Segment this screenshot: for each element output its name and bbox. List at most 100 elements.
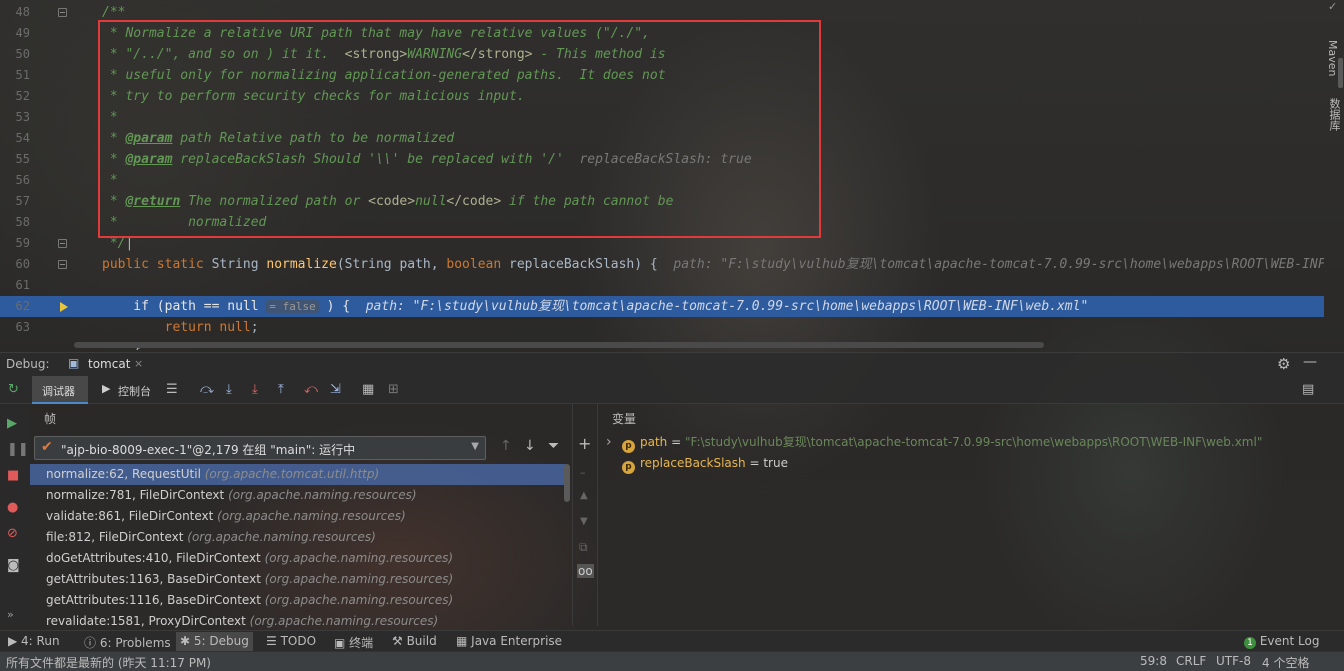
tab-terminal[interactable]: ▣ 终端 <box>334 634 373 651</box>
fold-toggle-icon[interactable] <box>58 8 67 17</box>
trace-icon[interactable]: ⊞ <box>388 382 399 397</box>
move-down-icon[interactable]: ▼ <box>580 516 588 527</box>
more-icon[interactable]: » <box>7 608 14 621</box>
add-watch-icon[interactable]: + <box>578 434 591 453</box>
line-number[interactable]: 52 <box>0 86 30 107</box>
notification-icon[interactable]: ✓ <box>1328 0 1337 13</box>
line-number[interactable]: 54 <box>0 128 30 149</box>
expand-arrow-icon[interactable]: › <box>606 432 622 453</box>
tab-console[interactable]: 控制台 <box>118 383 151 399</box>
minimize-icon[interactable]: — <box>1303 354 1317 370</box>
move-up-icon[interactable]: ▲ <box>580 490 588 501</box>
line-number[interactable]: 57 <box>0 191 30 212</box>
code-line-61[interactable]: 61 <box>0 275 1324 296</box>
code-text[interactable]: return null; <box>102 317 259 338</box>
frame-row[interactable]: normalize:62, RequestUtil (org.apache.to… <box>30 464 566 485</box>
restore-layout-icon[interactable]: ▤ <box>1302 382 1314 397</box>
tab-debug-label: 5: Debug <box>193 634 249 648</box>
line-number[interactable]: 63 <box>0 317 30 338</box>
horizontal-scrollbar[interactable] <box>74 342 1044 348</box>
database-tab[interactable]: 数据库 <box>1326 98 1342 131</box>
resume-icon[interactable]: ▶ <box>7 416 17 431</box>
evaluate-expression-icon[interactable]: ▦ <box>362 382 374 397</box>
indent-setting[interactable]: 4 个空格 <box>1262 654 1309 671</box>
pause-icon[interactable]: ❚❚ <box>7 442 29 457</box>
arrow-down-icon[interactable]: ↓ <box>524 438 536 454</box>
line-number[interactable]: 50 <box>0 44 30 65</box>
code-line-63[interactable]: 63 return null; <box>0 317 1324 338</box>
line-number[interactable]: 59 <box>0 233 30 254</box>
tab-build[interactable]: ⚒ Build <box>392 634 437 648</box>
camera-icon[interactable]: ◙ <box>7 558 20 573</box>
line-number[interactable]: 60 <box>0 254 30 275</box>
frame-row[interactable]: normalize:781, FileDirContext (org.apach… <box>30 485 566 506</box>
equals-sign: = <box>745 456 764 470</box>
tab-debug[interactable]: ✱ 5: Debug <box>176 632 253 651</box>
line-number[interactable]: 55 <box>0 149 30 170</box>
thread-selector[interactable]: ✔ "ajp-bio-8009-exec-1"@2,179 在组 "main":… <box>34 436 486 460</box>
arrow-up-icon[interactable]: ↑ <box>500 438 512 454</box>
line-number[interactable]: 56 <box>0 170 30 191</box>
variable-row[interactable]: › p path = "F:\study\vulhub复现\tomcat\apach… <box>606 432 1262 453</box>
step-over-icon[interactable]: ⤓ <box>226 382 232 397</box>
session-icon: ▣ <box>68 356 80 370</box>
fold-toggle-icon[interactable] <box>58 239 67 248</box>
frame-row[interactable]: revalidate:1581, ProxyDirContext (org.ap… <box>30 611 566 632</box>
session-tab-tomcat[interactable]: tomcat <box>88 357 130 371</box>
step-into-icon[interactable]: ⤓ <box>252 382 258 397</box>
code-line-60[interactable]: 60 public static String normalize(String … <box>0 254 1324 275</box>
code-line-62[interactable]: 62 if (path == null = false ) { path: "F… <box>0 296 1324 317</box>
status-bar: 所有文件都是最新的 (昨天 11:17 PM) 59:8 CRLF UTF-8 … <box>0 651 1344 671</box>
frame-method: revalidate:1581, ProxyDirContext <box>46 614 250 628</box>
line-number[interactable]: 51 <box>0 65 30 86</box>
frames-scrollbar[interactable] <box>564 464 570 502</box>
variable-row[interactable]: p replaceBackSlash = true <box>606 453 788 474</box>
frame-row[interactable]: validate:861, FileDirContext (org.apache… <box>30 506 566 527</box>
line-number[interactable]: 62 <box>0 296 30 317</box>
editor-scrollbar-thumb[interactable] <box>1338 58 1343 88</box>
tab-run[interactable]: ▶ 4: Run <box>8 634 60 648</box>
file-encoding[interactable]: UTF-8 <box>1216 654 1251 668</box>
drop-frame-icon[interactable]: ⤺ <box>304 382 318 397</box>
gear-icon[interactable]: ⚙ <box>1277 355 1290 373</box>
stop-icon[interactable]: ■ <box>7 468 19 483</box>
tab-problems[interactable]: ⓘ 6: Problems <box>84 634 171 651</box>
frame-row[interactable]: file:812, FileDirContext (org.apache.nam… <box>30 527 566 548</box>
tab-todo[interactable]: ☰ TODO <box>266 634 316 648</box>
line-number[interactable]: 48 <box>0 2 30 23</box>
line-separator[interactable]: CRLF <box>1176 654 1206 668</box>
tab-event-log[interactable]: 1 Event Log <box>1244 634 1319 649</box>
frame-row[interactable]: getAttributes:1116, BaseDirContext (org.… <box>30 590 566 611</box>
frames-panel: 帧 ✔ "ajp-bio-8009-exec-1"@2,179 在组 "main… <box>30 404 572 628</box>
layout-icon[interactable]: ☰ <box>166 382 178 397</box>
tab-java-enterprise-label: Java Enterprise <box>471 634 563 648</box>
close-tab-icon[interactable]: × <box>134 357 143 370</box>
rerun-icon[interactable]: ↻ <box>8 382 19 397</box>
event-count-badge: 1 <box>1244 637 1256 649</box>
tab-java-enterprise[interactable]: ▦ Java Enterprise <box>456 634 562 648</box>
frame-row[interactable]: doGetAttributes:410, FileDirContext (org… <box>30 548 566 569</box>
watches-glasses-icon[interactable]: oo <box>577 564 594 578</box>
filter-icon[interactable]: ⏷ <box>548 438 559 454</box>
line-number[interactable]: 61 <box>0 275 30 296</box>
view-breakpoints-icon[interactable]: ● <box>7 500 18 515</box>
line-number[interactable]: 49 <box>0 23 30 44</box>
chevron-down-icon[interactable]: ▼ <box>471 441 479 452</box>
remove-watch-icon[interactable]: – <box>580 466 586 479</box>
show-execution-point-icon[interactable]: ⤼ <box>200 382 214 397</box>
caret-position[interactable]: 59:8 <box>1140 654 1167 668</box>
step-out-icon[interactable]: ⤒ <box>278 382 284 397</box>
fold-toggle-icon[interactable] <box>58 260 67 269</box>
code-text[interactable]: public static String normalize(String pa… <box>102 254 1324 275</box>
run-to-cursor-icon[interactable]: ⇲ <box>330 382 341 397</box>
mute-breakpoints-icon[interactable]: ⊘ <box>7 526 18 541</box>
frame-package: (org.apache.tomcat.util.http) <box>204 467 380 481</box>
variables-title: 变量 <box>612 412 637 426</box>
code-text[interactable]: if (path == null = false ) { path: "F:\s… <box>102 296 1088 317</box>
line-number[interactable]: 58 <box>0 212 30 233</box>
line-number[interactable]: 53 <box>0 107 30 128</box>
code-editor[interactable]: 48/** 49 * Normalize a relative URI path … <box>0 0 1324 350</box>
frame-row[interactable]: getAttributes:1163, BaseDirContext (org.… <box>30 569 566 590</box>
tab-debugger[interactable]: 调试器 <box>42 383 75 399</box>
copy-icon[interactable]: ⧉ <box>579 540 588 555</box>
